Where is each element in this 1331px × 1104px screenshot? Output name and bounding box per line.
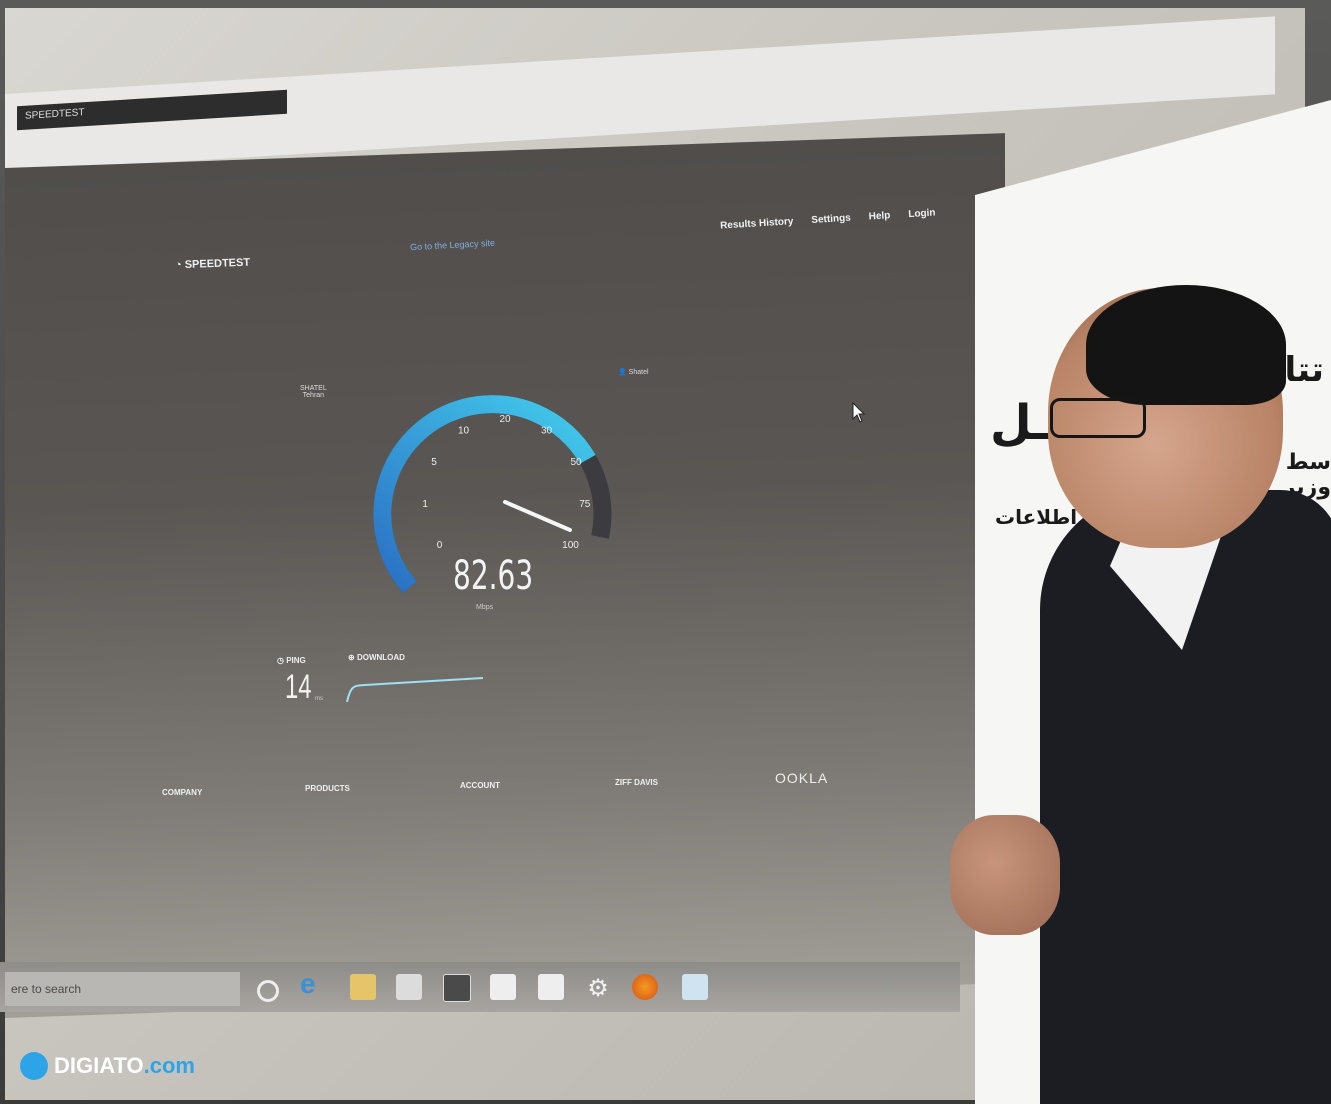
file-explorer-icon[interactable]	[350, 974, 376, 1000]
gauge-tick-label: 20	[499, 414, 511, 425]
footer-account: ACCOUNT	[460, 781, 500, 790]
ping-label: ◷ PING	[277, 656, 306, 665]
app-window-icon[interactable]	[443, 974, 471, 1002]
digiato-watermark: DIGIATO .com	[20, 1052, 195, 1080]
app-icon[interactable]	[682, 974, 708, 1000]
presenter-glasses	[1050, 398, 1146, 438]
cortana-icon[interactable]	[257, 980, 279, 1002]
download-icon: ⊕	[348, 653, 357, 662]
footer-ziff-davis: ZIFF DAVIS	[615, 778, 658, 787]
isp-info: SHATEL Tehran	[300, 385, 327, 399]
settings-gear-icon[interactable]: ⚙	[585, 974, 611, 1002]
ookla-logo: OOKLA	[775, 770, 829, 786]
isp-name: SHATEL	[300, 385, 327, 392]
footer-company: COMPANY	[162, 788, 203, 797]
presenter-hair	[1086, 285, 1286, 405]
nav-help[interactable]: Help	[868, 210, 890, 222]
mouse-cursor-icon	[852, 402, 866, 423]
digiato-logo-icon	[20, 1052, 48, 1080]
speed-unit: Mbps	[476, 604, 494, 611]
footer-products: PRODUCTS	[305, 784, 350, 793]
gauge-tick-label: 5	[431, 457, 437, 468]
ping-icon: ◷	[277, 656, 287, 665]
download-label: ⊕ DOWNLOAD	[348, 653, 405, 662]
ping-value: 14	[285, 668, 312, 706]
firefox-icon[interactable]	[632, 974, 658, 1000]
gauge-tick-label: 10	[458, 426, 470, 437]
banner-line-2: ـل	[990, 395, 1050, 451]
document-icon[interactable]	[490, 974, 516, 1000]
speedtest-logo-icon: ◔	[174, 258, 185, 272]
gauge-tick-label: 100	[562, 540, 579, 551]
isp-location: Tehran	[302, 392, 325, 399]
presenter-hands	[950, 815, 1060, 935]
store-icon[interactable]	[396, 974, 422, 1000]
watermark-suffix: .com	[143, 1053, 195, 1078]
speed-value: 82.63	[453, 553, 534, 599]
notepad-icon[interactable]	[538, 974, 564, 1000]
nav-login[interactable]: Login	[908, 207, 936, 220]
edge-browser-icon[interactable]: e	[300, 968, 326, 999]
taskbar-search-input[interactable]: ere to search	[5, 972, 240, 1006]
gauge-needle	[503, 500, 572, 532]
download-graph	[346, 677, 484, 703]
gauge-tick-label: 30	[541, 426, 553, 437]
gauge-tick-label: 0	[437, 540, 443, 551]
gauge-tick-label: 50	[570, 457, 582, 468]
watermark-brand: DIGIATO	[54, 1053, 144, 1078]
ping-unit: ms	[315, 696, 323, 702]
gauge-tick-label: 75	[579, 499, 591, 510]
gauge-tick-label: 1	[422, 499, 428, 510]
